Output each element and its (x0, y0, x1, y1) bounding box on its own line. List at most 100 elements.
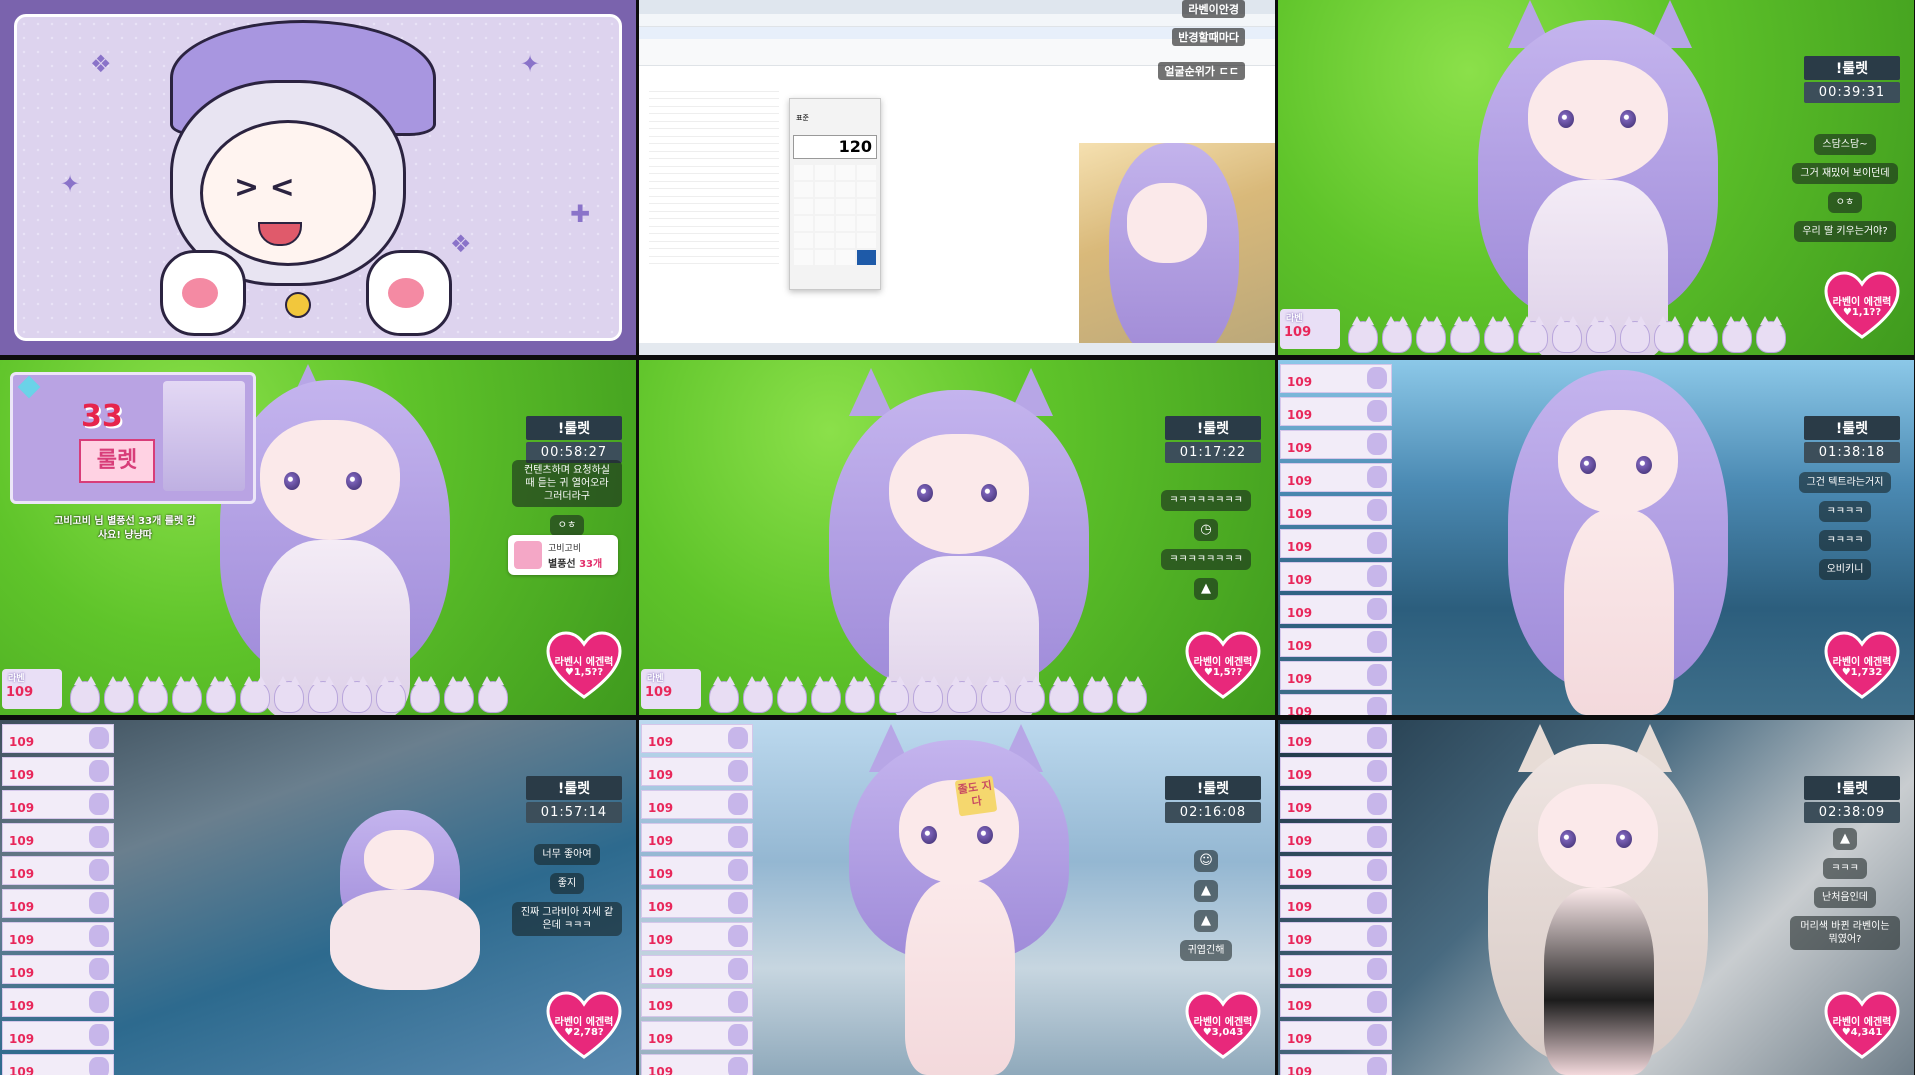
calc-mode[interactable]: 표준 (796, 113, 809, 123)
roulette-title: !룰렛 (1804, 56, 1900, 80)
sheet-row[interactable] (649, 227, 779, 234)
sheet-row[interactable] (649, 107, 779, 114)
card-number: 109 (1287, 375, 1313, 389)
viewer-avatar (308, 676, 338, 713)
sheet-row[interactable] (649, 84, 779, 92)
address-bar[interactable] (639, 14, 1275, 27)
avatar-face (889, 434, 1029, 554)
calc-key[interactable] (794, 233, 813, 248)
avatar-face (1558, 410, 1678, 514)
calc-equals-key[interactable] (857, 250, 876, 265)
calc-key[interactable] (815, 233, 834, 248)
donation-card: 109 (1280, 562, 1392, 591)
sheet-row[interactable] (649, 122, 779, 129)
roulette-title: !룰렛 (526, 776, 622, 800)
card-avatar (728, 991, 748, 1013)
card-number: 109 (1287, 408, 1313, 422)
avatar-model (1478, 720, 1718, 1075)
sheet-row[interactable] (649, 167, 779, 174)
calculator-window[interactable]: 표준 120 (789, 98, 881, 290)
sheet-row[interactable] (649, 257, 779, 264)
sheet-row[interactable] (649, 189, 779, 197)
card-number: 109 (1287, 705, 1313, 715)
thumbnail-grid: > < ❖ ✦ ❖ ✦ ✚ 표준 120 라벤이안경 반경할때마다 얼굴순위가 … (0, 0, 1915, 1075)
roulette-label: 룰렛 (79, 439, 155, 483)
emote-icon: ☺ (1194, 850, 1218, 872)
calc-key[interactable] (794, 165, 813, 180)
sheet-row[interactable] (649, 144, 779, 152)
card-number: 109 (1287, 801, 1313, 815)
card-avatar (1367, 565, 1387, 587)
sheet-row[interactable] (649, 92, 779, 99)
viewer-avatar (240, 676, 270, 713)
calc-key[interactable] (794, 182, 813, 197)
calc-key[interactable] (857, 182, 876, 197)
viewer-avatar (1484, 316, 1514, 353)
sheet-row[interactable] (649, 114, 779, 122)
chat-list: 스담스담~ 그거 재밌어 보이던데 ㅇㅎ 우리 딸 키우는거야? (1790, 134, 1900, 242)
viewer-avatar (879, 676, 909, 713)
card-number: 109 (648, 999, 674, 1013)
donation-card: 109 (641, 724, 753, 753)
sheet-row[interactable] (649, 99, 779, 107)
sheet-row[interactable] (649, 212, 779, 219)
card-number: 109 (1287, 735, 1313, 749)
card-avatar (1367, 367, 1387, 389)
donation-card: 109 (1280, 724, 1392, 753)
sheet-row[interactable] (649, 152, 779, 159)
chat-message: 그거 재밌어 보이던데 (1792, 163, 1898, 184)
viewer-avatar (1382, 316, 1412, 353)
calc-key[interactable] (794, 250, 813, 265)
calc-key[interactable] (857, 165, 876, 180)
sheet-row[interactable] (649, 174, 779, 182)
viewer-badge: 라벤 109 (1280, 309, 1340, 349)
calc-key[interactable] (794, 199, 813, 214)
tile-stream-5: !룰렛 01:17:22 ㅋㅋㅋㅋㅋㅋㅋㅋ ◷ ㅋㅋㅋㅋㅋㅋㅋㅋ ▲ 라벤이 에… (639, 360, 1275, 715)
card-number: 109 (648, 834, 674, 848)
sheet-row[interactable] (649, 197, 779, 204)
card-avatar (1367, 958, 1387, 980)
calc-key[interactable] (857, 199, 876, 214)
cat-emote-icon: ▲ (1194, 910, 1218, 932)
sheet-row[interactable] (649, 137, 779, 144)
calc-key[interactable] (815, 216, 834, 231)
chat-list: ▲ ㅋㅋㅋ 난처음인데 머리색 바뀐 라벤이는 뭐였어? (1790, 828, 1900, 950)
tile-stream-3: !룰렛 00:39:31 스담스담~ 그거 재밌어 보이던데 ㅇㅎ 우리 딸 키… (1278, 0, 1914, 355)
calc-key[interactable] (836, 199, 855, 214)
sheet-row[interactable] (649, 219, 779, 227)
calc-key[interactable] (794, 216, 813, 231)
calc-key[interactable] (836, 165, 855, 180)
sheet-row[interactable] (649, 242, 779, 249)
taskbar[interactable] (639, 343, 1275, 355)
calc-key[interactable] (815, 199, 834, 214)
viewer-avatar (845, 676, 875, 713)
sheet-row[interactable] (649, 234, 779, 242)
sheet-row[interactable] (649, 182, 779, 189)
card-avatar (89, 958, 109, 980)
roulette-timer: !룰렛 00:39:31 (1804, 56, 1900, 103)
viewer-avatar (1049, 676, 1079, 713)
sheet-row[interactable] (649, 129, 779, 137)
calc-key[interactable] (815, 165, 834, 180)
card-number: 109 (648, 867, 674, 881)
sheet-row[interactable] (649, 159, 779, 167)
roulette-time: 00:39:31 (1804, 82, 1900, 103)
calc-key[interactable] (836, 250, 855, 265)
sheet-row[interactable] (649, 249, 779, 257)
browser-tabs[interactable] (639, 0, 1275, 14)
calc-key[interactable] (836, 216, 855, 231)
roulette-time: 01:17:22 (1165, 442, 1261, 463)
donation-card-stack: 109 109 109 109 109 109 109 109 109 109 … (2, 724, 114, 1075)
calc-key[interactable] (857, 233, 876, 248)
donation-card: 109 (641, 922, 753, 951)
calc-key[interactable] (836, 233, 855, 248)
calc-key[interactable] (815, 182, 834, 197)
donation-card-stack: 109 109 109 109 109 109 109 109 109 109 … (641, 724, 753, 1075)
calc-key[interactable] (815, 250, 834, 265)
cat-emote-icon: ▲ (1833, 828, 1857, 850)
card-avatar (1367, 760, 1387, 782)
calc-key[interactable] (836, 182, 855, 197)
card-number: 109 (648, 966, 674, 980)
calc-key[interactable] (857, 216, 876, 231)
sheet-row[interactable] (649, 204, 779, 212)
